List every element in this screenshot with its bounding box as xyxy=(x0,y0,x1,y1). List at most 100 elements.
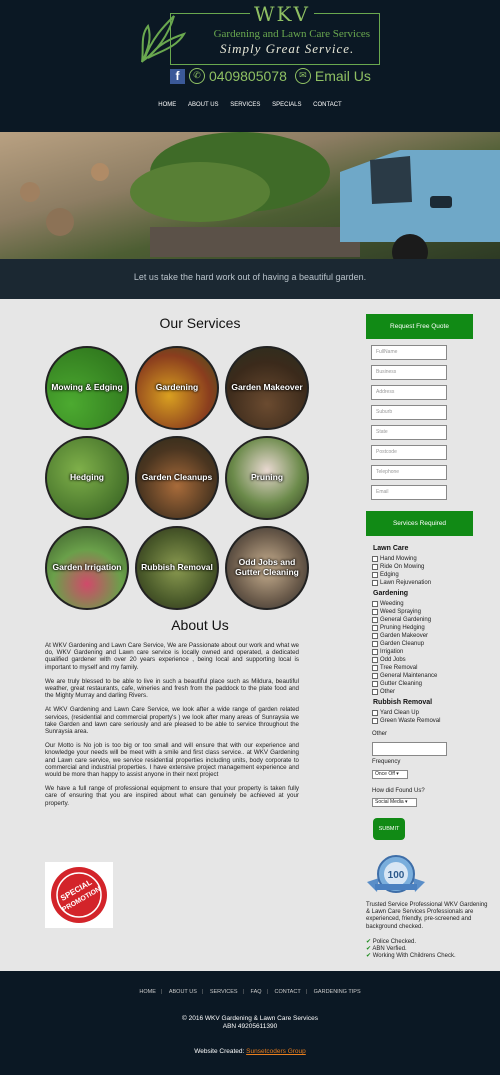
checkbox-hand-mowing[interactable]: Hand Mowing xyxy=(372,556,417,562)
footer-nav-services[interactable]: SERVICES xyxy=(210,989,238,995)
contact-row: f ✆ 0409805078 ✉ Email Us xyxy=(170,66,371,86)
trust-text: Trusted Service Professional WKV Gardeni… xyxy=(366,902,488,930)
credit: Website Created: Sunsetcoders Group xyxy=(0,1048,500,1055)
trust-badge-number: 100 xyxy=(388,870,405,881)
email-input[interactable]: Email xyxy=(371,485,447,500)
checkbox-lawn-rejuvenation[interactable]: Lawn Rejuvenation xyxy=(372,580,431,586)
checkbox-garden-makeover[interactable]: Garden Makeover xyxy=(372,633,428,639)
service-label: Odd Jobs and Gutter Cleaning xyxy=(235,557,299,577)
main-nav: HOME ABOUT US SERVICES SPECIALS CONTACT xyxy=(0,102,500,108)
copyright-text: © 2016 WKV Gardening & Lawn Care Service… xyxy=(182,1015,318,1022)
site-footer: HOME | ABOUT US | SERVICES | FAQ | CONTACT | … xyxy=(0,971,500,1075)
service-label: Garden Makeover xyxy=(231,382,303,392)
copyright: © 2016 WKV Gardening & Lawn Care Service… xyxy=(0,1015,500,1031)
postcode-input[interactable]: Postcode xyxy=(371,445,447,460)
services-required-heading: Services Required xyxy=(366,511,473,536)
other-input[interactable] xyxy=(372,742,447,756)
telephone-input[interactable]: Telephone xyxy=(371,465,447,480)
checkbox-gutter-cleaning[interactable]: Gutter Cleaning xyxy=(372,681,422,687)
footer-nav-gardening-tips[interactable]: GARDENING TIPS xyxy=(314,989,361,995)
checkbox-weeding[interactable]: Weeding xyxy=(372,601,404,607)
service-garden-makeover[interactable]: Garden Makeover xyxy=(225,346,309,430)
checkbox-general-gardening[interactable]: General Gardening xyxy=(372,617,431,623)
address-input[interactable]: Address xyxy=(371,385,447,400)
phone-link[interactable]: 0409805078 xyxy=(209,68,287,84)
checkbox-edging[interactable]: Edging xyxy=(372,572,399,578)
nav-services[interactable]: SERVICES xyxy=(230,102,260,108)
email-link[interactable]: Email Us xyxy=(315,68,371,84)
checkbox-yard-clean-up[interactable]: Yard Clean Up xyxy=(372,710,419,716)
trust-section: Trusted Service Professional WKV Gardeni… xyxy=(366,902,490,960)
business-input[interactable]: Business xyxy=(371,365,447,380)
trust-check-item: ✔ Working With Childrens Check. xyxy=(366,953,456,960)
brand-subtitle: Gardening and Lawn Care Services xyxy=(213,28,370,40)
nav-about[interactable]: ABOUT US xyxy=(188,102,219,108)
submit-button[interactable]: SUBMIT xyxy=(373,818,405,840)
facebook-icon[interactable]: f xyxy=(170,68,185,84)
service-label: Rubbish Removal xyxy=(141,562,213,572)
nav-home[interactable]: HOME xyxy=(158,102,176,108)
group-rubbish-removal: Rubbish Removal xyxy=(373,699,433,706)
service-garden-irrigation[interactable]: Garden Irrigation xyxy=(45,526,129,610)
about-paragraph: At WKV Gardening and Lawn Care Service, … xyxy=(45,642,299,671)
about-text: At WKV Gardening and Lawn Care Service, … xyxy=(45,642,299,814)
footer-nav-home[interactable]: HOME xyxy=(139,989,156,995)
service-odd-jobs[interactable]: Odd Jobs and Gutter Cleaning xyxy=(225,526,309,610)
service-rubbish-removal[interactable]: Rubbish Removal xyxy=(135,526,219,610)
main-content: Our Services Mowing & Edging Gardening G… xyxy=(0,299,500,971)
about-paragraph: We are truly blessed to be able to live … xyxy=(45,677,299,700)
service-label: Garden Irrigation xyxy=(52,562,122,572)
abn-text: ABN 49205611390 xyxy=(222,1023,278,1030)
about-paragraph: At WKV Gardening and Lawn Care Service, … xyxy=(45,706,299,736)
checkbox-tree-removal[interactable]: Tree Removal xyxy=(372,665,417,671)
frequency-label: Frequency xyxy=(372,759,401,765)
service-gardening[interactable]: Gardening xyxy=(135,346,219,430)
service-pruning[interactable]: Pruning xyxy=(225,436,309,520)
service-hedging[interactable]: Hedging xyxy=(45,436,129,520)
nav-contact[interactable]: CONTACT xyxy=(313,102,342,108)
nav-specials[interactable]: SPECIALS xyxy=(272,102,301,108)
checkbox-green-waste-removal[interactable]: Green Waste Removal xyxy=(372,718,440,724)
trust-check-item: ✔ Police Checked. xyxy=(366,938,417,945)
footer-nav-faq[interactable]: FAQ xyxy=(251,989,262,995)
brand-title[interactable]: WKV xyxy=(250,2,314,26)
service-garden-cleanups[interactable]: Garden Cleanups xyxy=(135,436,219,520)
credit-label: Website Created: xyxy=(194,1048,245,1055)
service-label: Mowing & Edging xyxy=(51,382,123,392)
hero-tagline: Let us take the hard work out of having … xyxy=(0,259,500,299)
service-label: Garden Cleanups xyxy=(141,472,213,482)
state-input[interactable]: State xyxy=(371,425,447,440)
service-label: Gardening xyxy=(155,382,199,392)
checkbox-ride-on-mowing[interactable]: Ride On Mowing xyxy=(372,564,424,570)
site-header: WKV Gardening and Lawn Care Services Sim… xyxy=(0,0,500,132)
check-icon: ✔ xyxy=(366,938,372,945)
checkbox-odd-jobs[interactable]: Odd Jobs xyxy=(372,657,406,663)
trust-check-item: ✔ ABN Verfied. xyxy=(366,946,407,953)
hero-image xyxy=(0,132,500,259)
service-label: Pruning xyxy=(250,472,284,482)
footer-nav: HOME | ABOUT US | SERVICES | FAQ | CONTACT | … xyxy=(139,989,361,995)
service-mowing-edging[interactable]: Mowing & Edging xyxy=(45,346,129,430)
services-title: Our Services xyxy=(159,315,241,331)
brand-tagline: Simply Great Service. xyxy=(220,41,355,56)
credit-link[interactable]: Sunsetcoders Group xyxy=(246,1048,306,1055)
group-gardening: Gardening xyxy=(373,590,409,597)
check-icon: ✔ xyxy=(366,946,372,953)
checkbox-general-maintenance[interactable]: General Maintenance xyxy=(372,673,437,679)
special-promotion-badge[interactable]: SPECIAL PROMOTION xyxy=(45,862,113,928)
frequency-select[interactable]: Once Off ▾ xyxy=(372,770,408,779)
checkbox-weed-spraying[interactable]: Weed Spraying xyxy=(372,609,421,615)
about-paragraph: Our Motto is No job is too big or too sm… xyxy=(45,742,299,779)
checkbox-garden-cleanup[interactable]: Garden Cleanup xyxy=(372,641,424,647)
found-us-select[interactable]: Social Media ▾ xyxy=(372,798,417,807)
fullname-input[interactable]: FullName xyxy=(371,345,447,360)
footer-nav-about[interactable]: ABOUT US xyxy=(169,989,197,995)
footer-nav-contact[interactable]: CONTACT xyxy=(275,989,301,995)
checkbox-irrigation[interactable]: Irrigation xyxy=(372,649,403,655)
about-title: About Us xyxy=(171,617,229,633)
phone-icon: ✆ xyxy=(189,68,205,84)
suburb-input[interactable]: Suburb xyxy=(371,405,447,420)
checkbox-pruning-hedging[interactable]: Pruning Hedging xyxy=(372,625,425,631)
found-us-label: How did Found Us? xyxy=(372,788,425,794)
checkbox-other[interactable]: Other xyxy=(372,689,395,695)
